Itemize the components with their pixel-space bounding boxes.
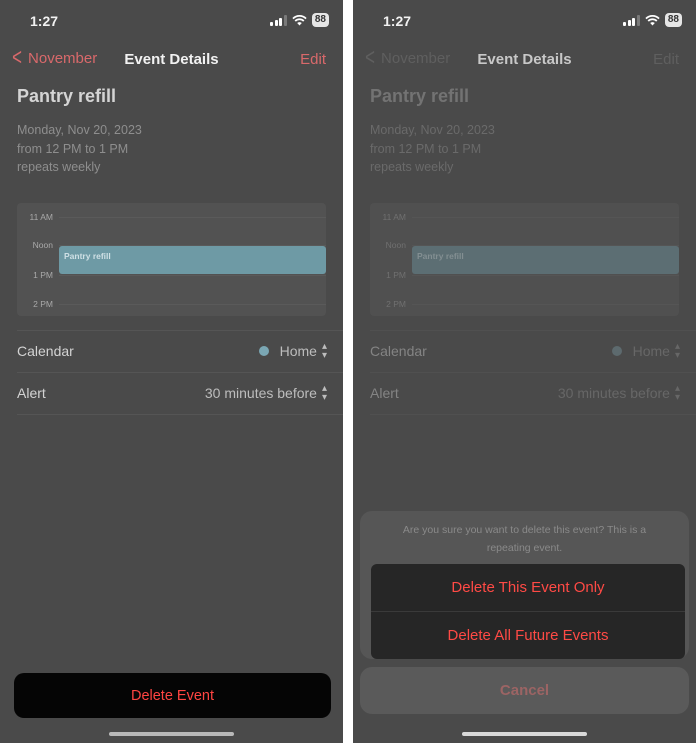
calendar-picker[interactable]: Home ▴ ▾ (258, 331, 327, 371)
delete-event-button[interactable]: Delete Event (14, 673, 331, 718)
alert-row[interactable]: Alert 30 minutes before ▴ ▾ (370, 373, 696, 413)
alert-value: 30 minutes before (557, 385, 670, 401)
timeline-event-label: Pantry refill (64, 251, 111, 261)
event-repeat: repeats weekly (17, 160, 101, 174)
status-time: 1:27 (383, 13, 412, 29)
hour-line (412, 217, 679, 218)
nav-bar: < November Event Details Edit (353, 45, 696, 72)
event-meta: Monday, Nov 20, 2023 from 12 PM to 1 PM … (370, 121, 495, 177)
event-title: Pantry refill (17, 86, 117, 106)
screen-event-details: 1:27 88 < November Event Details Edit Pa… (0, 0, 343, 743)
hour-line (59, 275, 326, 276)
nav-bar: < November Event Details Edit (0, 45, 343, 72)
calendar-row[interactable]: Calendar Home ▴ ▾ (370, 331, 696, 371)
timeline-event-label: Pantry refill (417, 251, 464, 261)
chevron-up-down-icon: ▴ ▾ (674, 341, 680, 361)
event-meta: Monday, Nov 20, 2023 from 12 PM to 1 PM … (17, 121, 142, 177)
action-sheet-options: Delete This Event Only Delete All Future… (371, 564, 685, 659)
timeline-event-block[interactable]: Pantry refill (412, 246, 679, 274)
delete-all-future-events-button[interactable]: Delete All Future Events (371, 612, 685, 659)
event-repeat: repeats weekly (370, 160, 454, 174)
hour-label: 1 PM (386, 270, 406, 280)
calendar-color-dot (611, 346, 622, 356)
screen-delete-confirmation: 1:27 88 < November Event Details Edit Pa… (353, 0, 696, 743)
edit-button[interactable]: Edit (300, 51, 326, 68)
battery-icon: 88 (664, 13, 682, 27)
action-sheet-message: Are you sure you want to delete this eve… (402, 524, 647, 554)
divider (17, 414, 343, 415)
hour-line (59, 217, 326, 218)
alert-label: Alert (17, 385, 46, 401)
nav-title: Event Details (124, 51, 219, 68)
hour-label: 11 AM (382, 212, 406, 222)
hour-label: Noon (32, 240, 53, 250)
event-date: Monday, Nov 20, 2023 (370, 123, 495, 137)
calendar-color-dot (258, 346, 269, 356)
day-timeline: 11 AM Noon 1 PM 2 PM Pantry refill (17, 203, 326, 316)
cancel-button[interactable]: Cancel (360, 667, 689, 714)
home-indicator (109, 732, 234, 736)
chevron-up-down-icon: ▴ ▾ (321, 341, 327, 361)
calendar-value: Home (279, 343, 317, 359)
hour-label: 1 PM (33, 270, 53, 280)
hour-label: 11 AM (29, 212, 53, 222)
hour-line (59, 304, 326, 305)
alert-value: 30 minutes before (204, 385, 317, 401)
event-title: Pantry refill (370, 86, 470, 106)
cellular-signal-icon (623, 14, 640, 26)
status-bar: 1:27 88 (353, 0, 696, 40)
delete-this-event-only-button[interactable]: Delete This Event Only (371, 564, 685, 612)
cellular-signal-icon (270, 14, 287, 26)
battery-icon: 88 (311, 13, 329, 27)
calendar-row[interactable]: Calendar Home ▴ ▾ (17, 331, 343, 371)
hour-label: 2 PM (33, 299, 53, 309)
chevron-up-down-icon: ▴ ▾ (674, 383, 680, 403)
divider (370, 414, 696, 415)
hour-label: 2 PM (386, 299, 406, 309)
alert-row[interactable]: Alert 30 minutes before ▴ ▾ (17, 373, 343, 413)
event-time-range: from 12 PM to 1 PM (17, 141, 129, 156)
event-date: Monday, Nov 20, 2023 (17, 123, 142, 137)
chevron-up-down-icon: ▴ ▾ (321, 383, 327, 403)
alert-picker[interactable]: 30 minutes before ▴ ▾ (205, 373, 327, 413)
event-time-range: from 12 PM to 1 PM (370, 141, 482, 156)
nav-title: Event Details (477, 51, 572, 68)
hour-label: Noon (385, 240, 406, 250)
wifi-icon (645, 14, 660, 25)
alert-label: Alert (370, 385, 399, 401)
calendar-value: Home (632, 343, 670, 359)
status-time: 1:27 (30, 13, 59, 29)
edit-button[interactable]: Edit (653, 51, 679, 68)
hour-line (412, 275, 679, 276)
timeline-event-block[interactable]: Pantry refill (59, 246, 326, 274)
hour-line (412, 304, 679, 305)
wifi-icon (292, 14, 307, 25)
calendar-label: Calendar (370, 343, 427, 359)
status-bar: 1:27 88 (0, 0, 343, 40)
alert-picker[interactable]: 30 minutes before ▴ ▾ (558, 373, 680, 413)
day-timeline: 11 AM Noon 1 PM 2 PM Pantry refill (370, 203, 679, 316)
calendar-picker[interactable]: Home ▴ ▾ (611, 331, 680, 371)
home-indicator (462, 732, 587, 736)
calendar-label: Calendar (17, 343, 74, 359)
